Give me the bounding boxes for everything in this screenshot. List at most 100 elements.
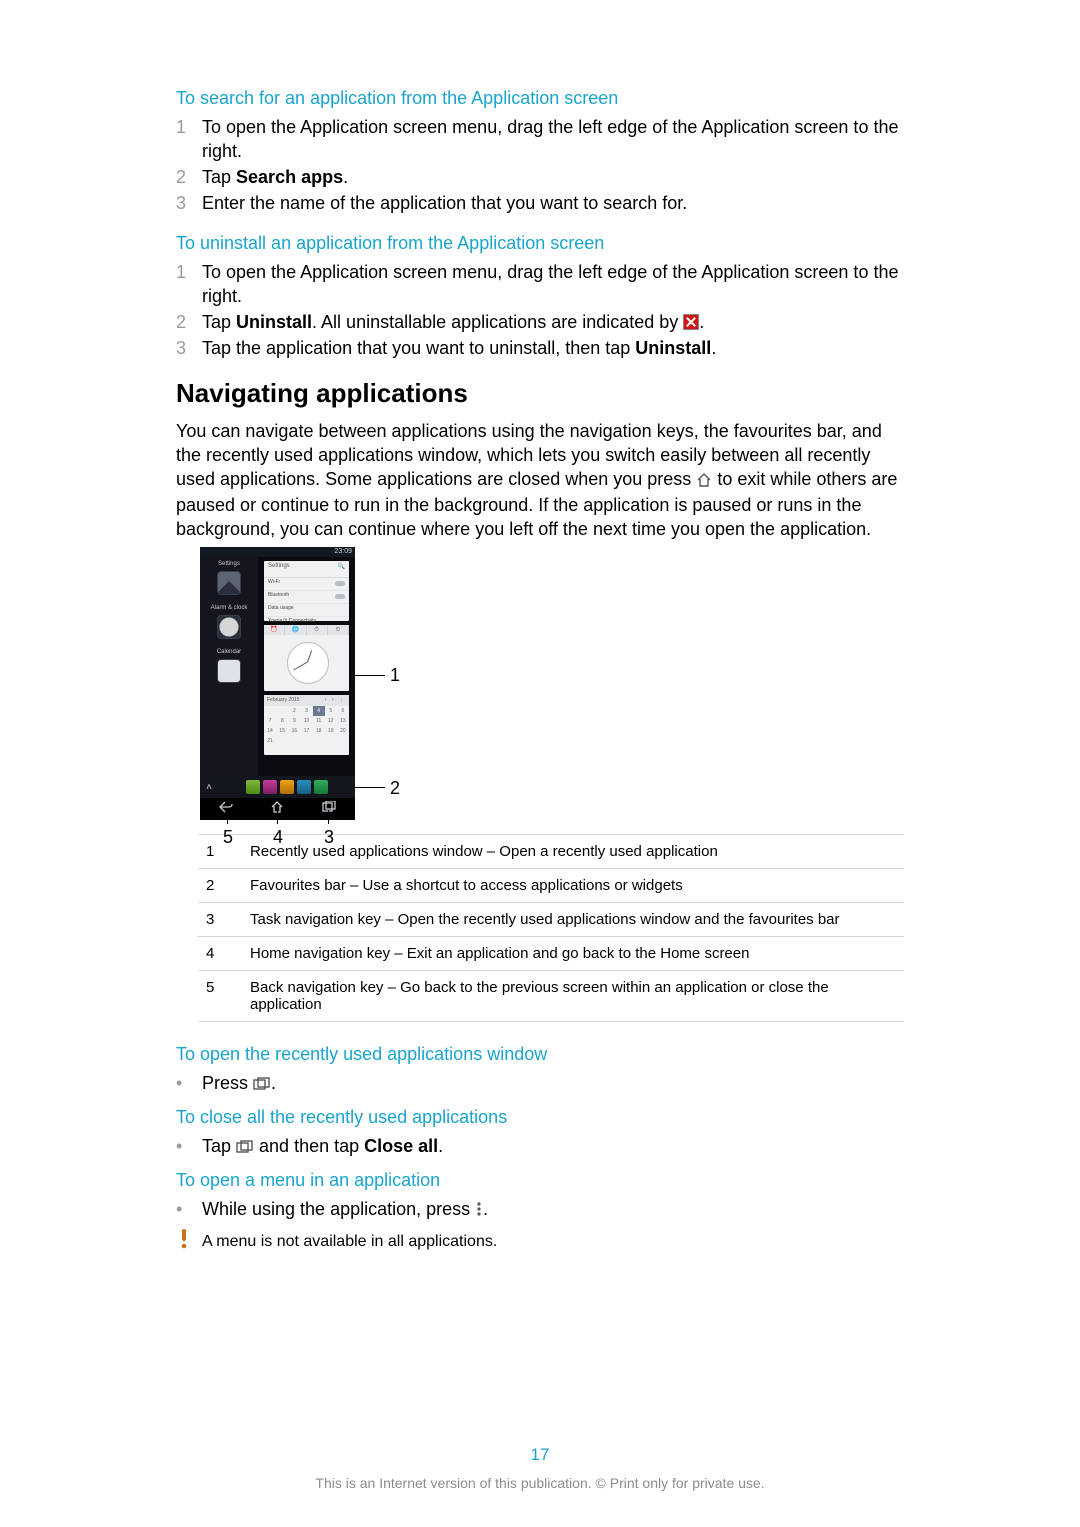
callout-line	[355, 675, 385, 676]
calendar-cell: 7	[264, 716, 276, 726]
recent-app-label: Alarm & clock	[200, 601, 258, 613]
note-text: A menu is not available in all applicati…	[202, 1231, 906, 1253]
text: While using the application, press	[202, 1199, 475, 1219]
footer-text: This is an Internet version of this publ…	[0, 1475, 1080, 1491]
step-text: To open the Application screen menu, dra…	[202, 115, 906, 163]
text: .	[483, 1199, 488, 1219]
step-number: 1	[176, 260, 202, 284]
text: .	[271, 1073, 276, 1093]
step-text: Tap Uninstall. All uninstallable applica…	[202, 310, 906, 334]
legend-table: 1 Recently used applications window – Op…	[198, 834, 904, 1022]
warning-icon	[176, 1229, 202, 1249]
text: Tap	[202, 1136, 236, 1156]
bullet-text: Press .	[202, 1071, 906, 1097]
calendar-cell	[264, 706, 276, 716]
clock-face-icon	[287, 642, 329, 684]
settings-card: Settings🔍 Wi-Fi Bluetooth Data usage Xpe…	[264, 561, 349, 621]
step-number: 2	[176, 165, 202, 189]
section-title-uninstall: To uninstall an application from the App…	[176, 233, 906, 254]
callout-line	[227, 810, 228, 824]
legend-text: Home navigation key – Exit an applicatio…	[242, 937, 904, 971]
text: .	[343, 167, 348, 187]
callout-label-3: 3	[324, 827, 334, 848]
legend-num: 4	[198, 937, 242, 971]
calendar-cell: 5	[325, 706, 337, 716]
step-text: Tap the application that you want to uni…	[202, 336, 906, 360]
text: . All uninstallable applications are ind…	[312, 312, 683, 332]
calendar-cell: 15	[276, 726, 288, 736]
settings-row: Wi-Fi	[268, 579, 280, 585]
legend-text: Task navigation key – Open the recently …	[242, 903, 904, 937]
step-text: Enter the name of the application that y…	[202, 191, 906, 215]
chevron-up-icon: ˄	[200, 782, 218, 793]
calendar-cell: 21	[264, 736, 276, 746]
settings-row: Bluetooth	[268, 592, 289, 598]
status-bar: 23:09	[200, 547, 355, 557]
legend-num: 5	[198, 971, 242, 1022]
calendar-cell: 18	[313, 726, 325, 736]
calendar-cell: 11	[313, 716, 325, 726]
recent-apps-previews: Settings🔍 Wi-Fi Bluetooth Data usage Xpe…	[258, 557, 355, 776]
back-key-icon	[219, 800, 233, 818]
list-item: • While using the application, press .	[176, 1197, 906, 1223]
calendar-month: February 2015	[267, 697, 300, 703]
calendar-cell: 2	[288, 706, 300, 716]
calendar-cell	[276, 706, 288, 716]
calendar-controls: ‹ › ⋮	[325, 695, 346, 706]
recent-apps-illustration: 23:09 Settings Alarm & clock Calendar Se…	[200, 547, 410, 820]
callout-label-4: 4	[273, 827, 283, 848]
settings-thumb-icon	[217, 571, 241, 595]
recent-app-label: Settings	[200, 557, 258, 569]
uninstall-x-icon	[683, 314, 699, 330]
table-row: 1 Recently used applications window – Op…	[198, 835, 904, 869]
clock-tab: ⏲	[328, 625, 349, 635]
calendar-cell: 12	[325, 716, 337, 726]
note-row: A menu is not available in all applicati…	[176, 1231, 906, 1253]
callout-label-5: 5	[223, 827, 233, 848]
callout-line	[277, 810, 278, 824]
calendar-grid: 23456789101112131415161718192021	[264, 706, 349, 746]
card-title: Settings	[268, 563, 290, 569]
list-item: 2 Tap Uninstall. All uninstallable appli…	[176, 310, 906, 334]
legend-num: 1	[198, 835, 242, 869]
uninstall-steps: 1 To open the Application screen menu, d…	[176, 260, 906, 360]
task-key-icon	[236, 1136, 254, 1160]
table-row: 5 Back navigation key – Go back to the p…	[198, 971, 904, 1022]
settings-row: Xperia™ Connectivity	[268, 618, 316, 624]
calendar-cell: 17	[300, 726, 312, 736]
bold-text: Close all	[364, 1136, 438, 1156]
favourites-bar: ˄	[200, 776, 355, 798]
toggle-icon	[335, 581, 345, 586]
calendar-cell: 8	[276, 716, 288, 726]
heading-navigating: Navigating applications	[176, 378, 906, 409]
bullet-text: While using the application, press .	[202, 1197, 906, 1223]
bullet-text: Tap and then tap Close all.	[202, 1134, 906, 1160]
list-item: 2 Tap Search apps.	[176, 165, 906, 189]
list-item: • Tap and then tap Close all.	[176, 1134, 906, 1160]
step-number: 3	[176, 336, 202, 360]
recent-app-label: Calendar	[200, 645, 258, 657]
legend-num: 3	[198, 903, 242, 937]
text: Press	[202, 1073, 253, 1093]
list-item: 1 To open the Application screen menu, d…	[176, 115, 906, 163]
fav-app-icon	[314, 780, 328, 794]
text: .	[711, 338, 716, 358]
calendar-cell: 20	[337, 726, 349, 736]
legend-text: Favourites bar – Use a shortcut to acces…	[242, 869, 904, 903]
calendar-cell: 6	[337, 706, 349, 716]
fav-app-icon	[246, 780, 260, 794]
list-item: 3 Enter the name of the application that…	[176, 191, 906, 215]
recent-apps-column: Settings Alarm & clock Calendar	[200, 557, 258, 776]
section-title-open-menu: To open a menu in an application	[176, 1170, 906, 1191]
fav-app-icon	[263, 780, 277, 794]
clock-tab: 🌐	[285, 625, 306, 635]
bold-text: Uninstall	[635, 338, 711, 358]
calendar-thumb-icon	[217, 659, 241, 683]
clock-tab: ⏰	[264, 625, 285, 635]
section-title-search: To search for an application from the Ap…	[176, 88, 906, 109]
settings-row: Data usage	[268, 605, 294, 611]
table-row: 4 Home navigation key – Exit an applicat…	[198, 937, 904, 971]
step-text: To open the Application screen menu, dra…	[202, 260, 906, 308]
callout-label-1: 1	[390, 665, 400, 686]
text: and then tap	[254, 1136, 364, 1156]
